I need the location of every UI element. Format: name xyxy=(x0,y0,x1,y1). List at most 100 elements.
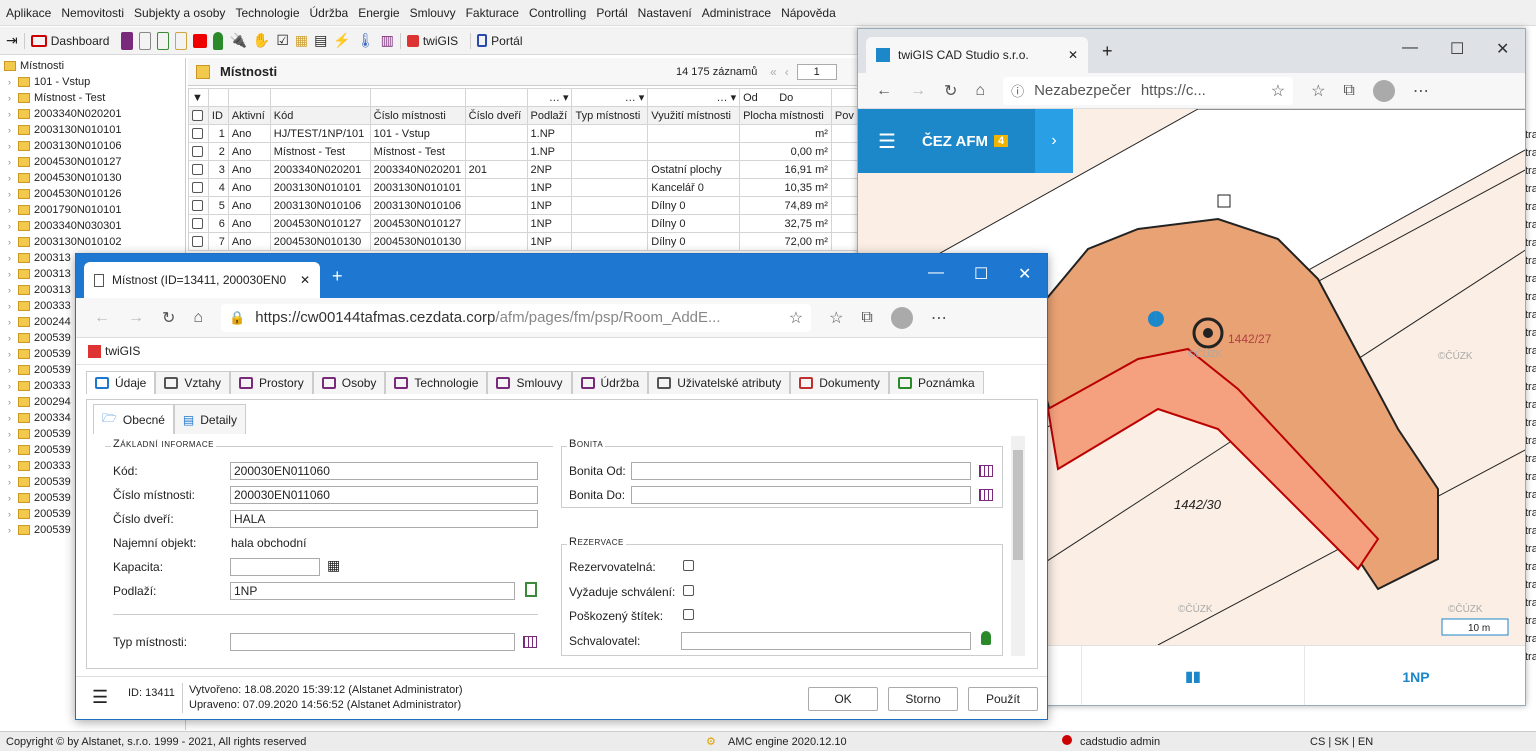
language-switch[interactable]: CS | SK | EN xyxy=(1310,736,1373,748)
close-tab-icon[interactable]: ✕ xyxy=(300,273,310,287)
menu-napoveda[interactable]: Nápověda xyxy=(781,6,836,20)
expand-icon[interactable]: › xyxy=(8,173,18,183)
expand-icon[interactable]: › xyxy=(8,269,18,279)
tab-1[interactable]: Vztahy xyxy=(155,371,231,394)
building-icon[interactable] xyxy=(121,31,134,50)
floor-button[interactable]: 1NP xyxy=(1304,646,1525,705)
menu-smlouvy[interactable]: Smlouvy xyxy=(410,6,456,20)
expand-icon[interactable]: › xyxy=(8,525,18,535)
column-header[interactable]: Aktivní xyxy=(227,106,271,125)
prev-page-icon[interactable]: ‹ xyxy=(785,65,789,79)
table-row[interactable]: 7 Ano 2004530N010130 2004530N010130 1NP Dílny… xyxy=(188,232,858,251)
person-icon[interactable] xyxy=(213,31,224,50)
dialog-tab[interactable]: Místnost (ID=13411, 200030EN0 ✕ xyxy=(84,262,320,298)
expand-icon[interactable]: › xyxy=(8,125,18,135)
twigis-url-field[interactable]: ⓘ Nezabezpečer https://c... ☆ xyxy=(1003,76,1294,105)
logout-icon[interactable]: ⇥ xyxy=(6,32,18,49)
column-header[interactable]: Pov xyxy=(830,106,858,125)
tree-root[interactable]: Místnosti xyxy=(0,58,185,74)
favorite-star-icon[interactable]: ☆ xyxy=(789,308,803,328)
back-icon[interactable]: ← xyxy=(876,82,892,100)
green-doc-icon[interactable] xyxy=(157,31,170,50)
row-checkbox[interactable] xyxy=(188,178,209,197)
plug-icon[interactable]: 🔌 xyxy=(229,32,246,49)
rezervovatelna-checkbox[interactable] xyxy=(683,560,694,571)
filter-dropdown[interactable]: … ▾ xyxy=(571,88,649,107)
poskozeny-checkbox[interactable] xyxy=(683,609,694,620)
tree-item[interactable]: › 101 - Vstup xyxy=(0,74,185,90)
twigis-tab[interactable]: twiGIS CAD Studio s.r.o. ✕ xyxy=(866,37,1088,73)
menu-administrace[interactable]: Administrace xyxy=(702,6,771,20)
maximize-icon[interactable]: ☐ xyxy=(974,264,988,284)
calendar-check-icon[interactable]: ☑ xyxy=(276,32,289,49)
page-input[interactable]: 1 xyxy=(796,64,837,80)
reload-icon[interactable]: ↻ xyxy=(944,81,957,101)
close-window-icon[interactable]: ✕ xyxy=(1496,39,1509,59)
expand-icon[interactable]: › xyxy=(8,461,18,471)
content-scrollbar[interactable] xyxy=(1011,436,1025,656)
bonita-do-picker-icon[interactable] xyxy=(979,489,993,501)
hamburger-icon[interactable]: ☰ xyxy=(878,129,896,154)
expand-icon[interactable]: › xyxy=(8,509,18,519)
menu-technologie[interactable]: Technologie xyxy=(235,6,299,20)
tree-item[interactable]: › 2003130N010106 xyxy=(0,138,185,154)
filter-dropdown[interactable]: … ▾ xyxy=(526,88,573,107)
current-user[interactable]: cadstudio admin xyxy=(1080,736,1160,748)
menu-fakturace[interactable]: Fakturace xyxy=(466,6,519,20)
expand-icon[interactable]: › xyxy=(8,189,18,199)
expand-icon[interactable]: › xyxy=(8,109,18,119)
thermometer-icon[interactable]: 🌡 xyxy=(357,32,375,49)
kapacita-field[interactable] xyxy=(230,558,320,576)
energy-icon[interactable]: ⚡ xyxy=(333,32,350,49)
row-checkbox[interactable] xyxy=(188,142,209,161)
tree-item[interactable]: › 2001790N010101 xyxy=(0,202,185,218)
tab-9[interactable]: Poznámka xyxy=(888,371,984,394)
column-header[interactable]: Využití místnosti xyxy=(647,106,741,125)
tab-5[interactable]: Smlouvy xyxy=(487,371,572,394)
vyzaduje-checkbox[interactable] xyxy=(683,585,694,596)
expand-icon[interactable]: › xyxy=(8,365,18,375)
yellow-doc-icon[interactable] xyxy=(175,31,188,50)
expand-icon[interactable]: › xyxy=(8,285,18,295)
menu-udrzba[interactable]: Údržba xyxy=(310,6,349,20)
first-page-icon[interactable]: « xyxy=(770,65,777,79)
more-icon[interactable]: ⋯ xyxy=(1413,81,1429,101)
select-all-checkbox[interactable] xyxy=(188,106,209,125)
ok-button[interactable]: OK xyxy=(808,687,878,711)
invoice-icon[interactable]: ▤ xyxy=(314,32,327,49)
table-row[interactable]: 6 Ano 2004530N010127 2004530N010127 1NP Dílny… xyxy=(188,214,858,233)
tree-item[interactable]: › 2004530N010127 xyxy=(0,154,185,170)
profile-avatar[interactable] xyxy=(1372,79,1395,102)
column-header[interactable]: ID xyxy=(207,106,229,125)
storno-button[interactable]: Storno xyxy=(888,687,958,711)
tab-8[interactable]: Dokumenty xyxy=(790,371,889,394)
podlazi-field[interactable]: 1NP xyxy=(230,582,515,600)
expand-icon[interactable]: › xyxy=(8,349,18,359)
home-icon[interactable]: ⌂ xyxy=(975,82,985,100)
expand-icon[interactable]: › xyxy=(8,301,18,311)
portal-button[interactable]: Portál xyxy=(470,32,528,49)
reload-icon[interactable]: ↻ xyxy=(162,308,175,328)
tree-item[interactable]: › Místnost - Test xyxy=(0,90,185,106)
expand-icon[interactable]: › xyxy=(8,493,18,503)
calculator-icon[interactable]: ▦ xyxy=(327,557,340,574)
person-picker-icon[interactable] xyxy=(981,631,991,645)
expand-icon[interactable]: › xyxy=(8,93,18,103)
tab-0[interactable]: Údaje xyxy=(86,371,156,394)
calendar-icon[interactable]: ▦ xyxy=(295,32,308,49)
table-row[interactable]: 1 Ano HJ/TEST/1NP/101 101 - Vstup 1.NP m² xyxy=(188,124,858,143)
pouzit-button[interactable]: Použít xyxy=(968,687,1038,711)
bonita-od-field[interactable] xyxy=(631,462,971,480)
new-tab-icon[interactable]: + xyxy=(1102,41,1113,62)
row-checkbox[interactable] xyxy=(188,196,209,215)
column-header[interactable]: Číslo místnosti xyxy=(369,106,466,125)
menu-portal[interactable]: Portál xyxy=(596,6,627,20)
floor-picker-icon[interactable] xyxy=(525,582,537,597)
menu-aplikace[interactable]: Aplikace xyxy=(6,6,51,20)
stop-icon[interactable] xyxy=(193,33,208,48)
menu-icon[interactable]: ☰ xyxy=(92,687,108,708)
menu-controlling[interactable]: Controlling xyxy=(529,6,586,20)
more-icon[interactable]: ⋯ xyxy=(931,308,947,328)
tab-3[interactable]: Osoby xyxy=(312,371,386,394)
expand-icon[interactable]: › xyxy=(8,237,18,247)
